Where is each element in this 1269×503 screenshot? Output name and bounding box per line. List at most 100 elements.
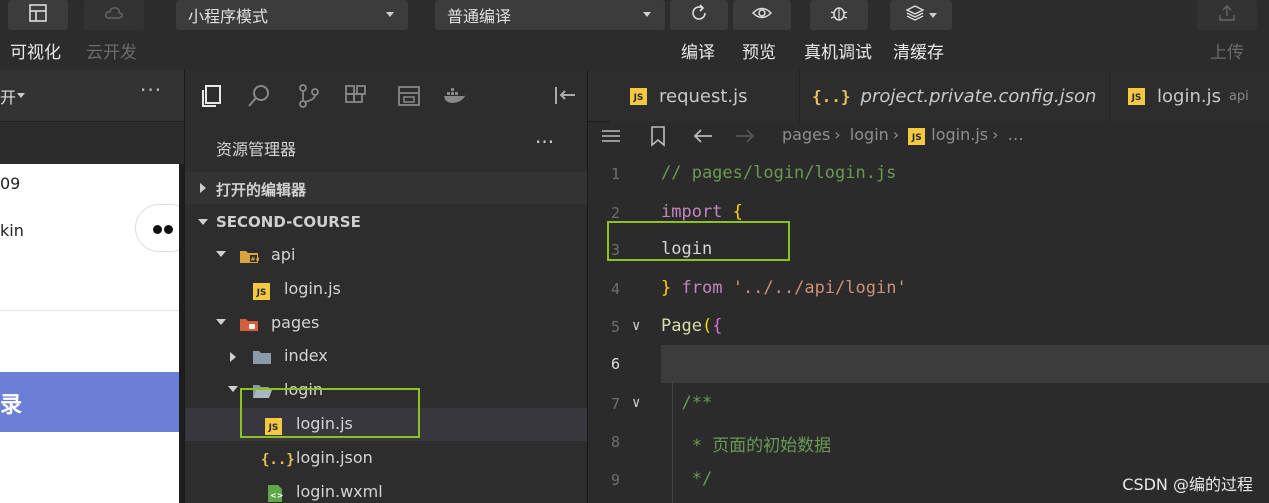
cloud-dev-label: 云开发	[86, 43, 137, 63]
breadcrumb-item[interactable]: login	[850, 125, 889, 144]
compile-label: 编译	[681, 43, 715, 63]
remote-debug-button[interactable]	[810, 0, 868, 30]
code-line[interactable]: 7 ∨ /**	[588, 385, 1269, 423]
code-text: // pages/login/login.js	[661, 163, 897, 183]
open-editors-section[interactable]: 打开的编辑器	[185, 172, 587, 204]
chevron-down-icon	[216, 251, 226, 257]
cloud-dev-button[interactable]	[84, 0, 144, 30]
files-icon[interactable]	[197, 82, 225, 110]
preview-button[interactable]	[733, 0, 791, 30]
line-number: 3	[610, 241, 620, 259]
upload-icon	[1217, 3, 1237, 27]
tree-file-login-json[interactable]: {..} login.json	[185, 442, 587, 475]
code-line[interactable]: 4} from '../../api/login'	[588, 270, 1269, 308]
activity-bar	[185, 70, 587, 122]
eye-icon	[751, 3, 773, 27]
breadcrumb-bar: pages › login › JS login.js › …	[588, 122, 1269, 152]
code-text: Page({	[661, 316, 723, 336]
tree-label: login.js	[284, 279, 341, 298]
code-text: */	[661, 469, 713, 489]
line-number: 7	[610, 395, 620, 413]
top-toolbar: 可视化 云开发 小程序模式 普通编译 编译 预览 真机调试 清缓存 上传	[0, 0, 1269, 70]
tree-file-login-wxml[interactable]: <> login.wxml	[185, 476, 587, 503]
breadcrumb-item[interactable]: pages	[782, 125, 830, 144]
layers-icon	[905, 3, 925, 27]
source-control-icon[interactable]	[295, 82, 323, 110]
tree-file-login-js[interactable]: JS login.js	[185, 408, 587, 441]
visual-toggle-button[interactable]	[8, 0, 68, 30]
chevron-down-icon	[929, 12, 937, 18]
simulator-header: 开 ···	[0, 70, 184, 122]
code-line[interactable]: 1 // pages/login/login.js	[588, 155, 1269, 193]
tree-label: login.json	[296, 448, 373, 467]
compile-button[interactable]	[670, 0, 728, 30]
tree-file-api-login-js[interactable]: JS login.js	[185, 273, 587, 306]
line-number: 8	[610, 433, 620, 451]
tab-project-private-config[interactable]: {..} project.private.config.json	[800, 70, 1110, 122]
tree-folder-login[interactable]: login	[185, 374, 587, 407]
wxml-file-icon: <>	[265, 483, 285, 503]
forward-arrow-icon[interactable]	[734, 125, 756, 151]
code-text: login	[661, 239, 713, 259]
tree-folder-pages[interactable]: pages	[185, 307, 587, 340]
layout-icon	[28, 3, 48, 27]
breadcrumb-item[interactable]: …	[1008, 125, 1024, 144]
clear-cache-label: 清缓存	[893, 43, 944, 63]
mode-select[interactable]: 小程序模式	[176, 0, 408, 30]
code-line[interactable]: 6	[588, 345, 1269, 383]
explorer-title: 资源管理器	[216, 140, 297, 159]
mode-select-value: 小程序模式	[188, 7, 269, 26]
fold-chevron-icon[interactable]: ∨	[632, 395, 640, 411]
extensions-icon[interactable]	[342, 82, 370, 110]
line-number: 2	[610, 204, 620, 222]
project-section[interactable]: SECOND-COURSE	[185, 206, 587, 238]
compile-select[interactable]: 普通编译	[435, 0, 665, 30]
tree-folder-index[interactable]: index	[185, 340, 587, 373]
layout-panel-icon[interactable]	[395, 82, 423, 110]
code-line[interactable]: 2 import {	[588, 194, 1269, 232]
chevron-right-icon	[230, 352, 236, 362]
fold-chevron-icon[interactable]: ∨	[632, 318, 640, 334]
code-line[interactable]: 8 * 页面的初始数据	[588, 423, 1269, 461]
search-icon[interactable]	[245, 82, 273, 110]
tree-label: login.wxml	[296, 482, 383, 501]
phone-screen: 09 kin 录	[0, 164, 195, 503]
divider	[0, 310, 179, 311]
tab-api-login-js[interactable]: JS login.js api	[1110, 70, 1269, 122]
list-icon[interactable]	[600, 125, 622, 151]
tree-label: login.js	[296, 414, 353, 433]
tab-request-js[interactable]: JS request.js	[610, 70, 800, 122]
tree-label: index	[284, 346, 328, 365]
phone-text-1: 09	[0, 174, 21, 193]
more-icon[interactable]: ···	[140, 78, 162, 102]
login-button[interactable]: 录	[0, 372, 179, 432]
chevron-down-icon[interactable]	[17, 93, 25, 98]
visual-label: 可视化	[10, 43, 61, 63]
bookmark-icon[interactable]	[648, 125, 668, 151]
refresh-icon	[689, 3, 709, 27]
js-file-icon: JS	[630, 87, 647, 105]
code-line[interactable]: 3 login	[588, 231, 1269, 269]
bug-icon	[829, 3, 849, 27]
back-arrow-icon[interactable]	[692, 125, 714, 151]
compile-select-value: 普通编译	[447, 7, 512, 26]
code-line[interactable]: 5 ∨ Page({	[588, 308, 1269, 346]
simulator-panel: 开 ··· 09 kin 录	[0, 70, 195, 503]
cloud-icon	[104, 3, 124, 27]
upload-button[interactable]	[1197, 0, 1257, 30]
docker-icon[interactable]	[441, 82, 469, 110]
chevron-down-icon	[216, 319, 226, 325]
line-number: 6	[610, 355, 620, 373]
tree-folder-api[interactable]: ## api	[185, 239, 587, 272]
clear-cache-button[interactable]	[890, 0, 952, 30]
simulator-device-label[interactable]: 开	[0, 84, 16, 108]
breadcrumb-item[interactable]: login.js	[931, 125, 988, 144]
more-icon[interactable]: ···	[535, 130, 554, 154]
preview-label: 预览	[742, 43, 776, 63]
line-number: 4	[610, 280, 620, 298]
collapse-panel-icon[interactable]	[551, 82, 579, 110]
code-editor: JS request.js {..} project.private.confi…	[587, 70, 1269, 503]
open-editors-label: 打开的编辑器	[216, 181, 307, 199]
line-number: 1	[610, 165, 620, 183]
js-file-icon: JS	[1128, 87, 1145, 105]
